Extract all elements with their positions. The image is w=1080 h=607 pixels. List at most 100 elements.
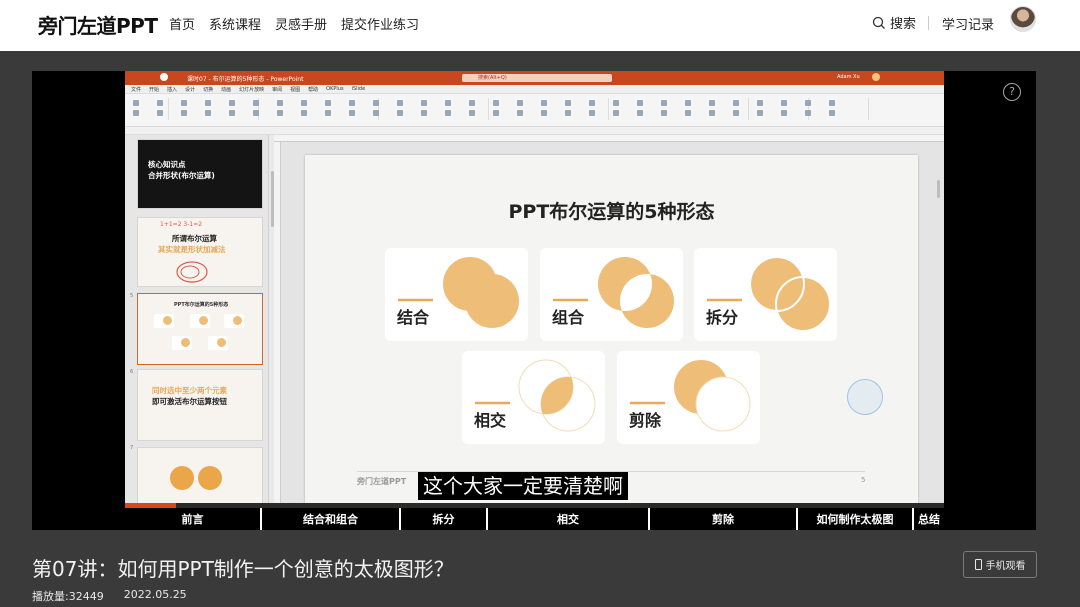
nav-inspiration[interactable]: 灵感手册 xyxy=(275,14,327,33)
ribbon-tool-icon xyxy=(541,100,547,106)
phone-icon xyxy=(974,559,982,570)
play-count: 播放量:32449 xyxy=(32,590,104,603)
ribbon-tool-icon xyxy=(469,110,475,116)
ribbon-tool-icon xyxy=(397,100,403,106)
lesson-meta: 播放量:32449 2022.05.25 xyxy=(32,588,187,604)
emoji-icon xyxy=(872,73,880,81)
ribbon-tool-icon xyxy=(613,100,619,106)
ribbon-tool-icon xyxy=(421,110,427,116)
watch-on-mobile-button[interactable]: 手机观看 xyxy=(963,551,1037,578)
ppt-window-title: 课时07 - 布尔运算的5种形态 - PowerPoint xyxy=(187,76,304,83)
ribbon-tool-icon xyxy=(421,100,427,106)
thumbnail-scribble: 1+1=2 3-1=2 xyxy=(160,221,203,228)
chapter-taichi[interactable]: 如何制作太极图 xyxy=(796,508,912,530)
ribbon-tool-icon xyxy=(445,110,451,116)
thumbnail-number: 5 xyxy=(130,293,134,299)
autosave-toggle-icon xyxy=(160,73,168,81)
ribbon-tool-icon xyxy=(325,100,331,106)
slide-thumbnail[interactable]: 1+1=2 3-1=2 所谓布尔运算 其实就是形状加减法 xyxy=(137,217,263,287)
slide-page-number: 5 xyxy=(861,476,866,484)
ribbon-tool-icon xyxy=(253,100,259,106)
current-slide[interactable]: PPT布尔运算的5种形态 结合 组合 拆分 相交 剪除 旁门左道PPT 5 xyxy=(305,155,918,505)
chapter-fragment[interactable]: 拆分 xyxy=(399,508,486,530)
ribbon-tool-icon xyxy=(133,100,139,106)
ribbon-tool-icon xyxy=(205,110,211,116)
help-icon[interactable]: ? xyxy=(1003,83,1021,101)
chapter-intro[interactable]: 前言 xyxy=(125,508,260,530)
ppt-menu-item: 设计 xyxy=(185,87,196,93)
ribbon-tool-icon xyxy=(229,100,235,106)
ribbon-tool-icon xyxy=(325,110,331,116)
nav-submit-homework[interactable]: 提交作业练习 xyxy=(341,14,419,33)
chapter-intersect[interactable]: 相交 xyxy=(486,508,648,530)
thumbnail-text: 其实就是形状加减法 xyxy=(158,245,226,254)
ribbon-tool-icon xyxy=(661,100,667,106)
ribbon-tool-icon xyxy=(829,110,835,116)
search-button[interactable]: 搜索 xyxy=(872,13,916,32)
video-frame-powerpoint: 课时07 - 布尔运算的5种形态 - PowerPoint 搜索(Alt+Q) … xyxy=(125,71,944,505)
ribbon-tool-icon xyxy=(565,110,571,116)
ribbon-tool-icon xyxy=(277,100,283,106)
ribbon-tool-icon xyxy=(301,100,307,106)
ppt-menu-item: iSlide xyxy=(351,86,366,92)
chapter-union-combine[interactable]: 结合和组合 xyxy=(260,508,399,530)
ribbon-tool-icon xyxy=(781,110,787,116)
ppt-user-name: Adam Xu xyxy=(837,74,860,80)
chapter-subtract[interactable]: 剪除 xyxy=(648,508,796,530)
horizontal-ruler xyxy=(274,135,944,142)
ribbon-tool-icon xyxy=(349,100,355,106)
ppt-menu-item: 帮助 xyxy=(308,87,319,93)
ribbon-tool-icon xyxy=(517,100,523,106)
ribbon-tool-icon xyxy=(157,100,163,106)
ribbon-tool-icon xyxy=(565,100,571,106)
boolean-card-intersect: 相交 xyxy=(462,351,605,444)
ribbon-tool-icon xyxy=(445,100,451,106)
thumbnail-text: 核心知识点 xyxy=(148,160,186,169)
ribbon-tool-icon xyxy=(517,110,523,116)
video-subtitle: 这个大家一定要清楚啊 xyxy=(418,472,628,500)
slide-thumbnail-active[interactable]: PPT布尔运算的5种形态 xyxy=(137,293,263,365)
card-label: 剪除 xyxy=(629,411,662,430)
ribbon-tool-icon xyxy=(397,110,403,116)
ppt-search-box: 搜索(Alt+Q) xyxy=(462,74,612,82)
nav-courses[interactable]: 系统课程 xyxy=(209,14,261,33)
thumbnail-number: 6 xyxy=(130,369,134,375)
avatar[interactable] xyxy=(1010,6,1036,32)
publish-date: 2022.05.25 xyxy=(123,588,187,601)
ppt-menu-item: 动画 xyxy=(221,87,232,93)
ppt-menu-item: 幻灯片放映 xyxy=(239,87,265,93)
ribbon-tool-icon xyxy=(181,100,187,106)
slide-thumbnail[interactable] xyxy=(137,447,263,505)
site-logo[interactable]: 旁门左道PPT xyxy=(38,10,158,39)
ribbon-tool-icon xyxy=(757,100,763,106)
boolean-card-combine: 组合 xyxy=(540,248,683,341)
ribbon-tool-icon xyxy=(157,110,163,116)
scribble-drawing-icon xyxy=(176,261,208,283)
ribbon-tool-icon xyxy=(709,100,715,106)
ribbon-tool-icon xyxy=(181,110,187,116)
slide-scrollbar[interactable] xyxy=(937,180,940,198)
card-label: 拆分 xyxy=(706,308,739,327)
card-label: 相交 xyxy=(474,411,507,430)
learning-history-link[interactable]: 学习记录 xyxy=(942,14,994,33)
ribbon-tool-icon xyxy=(277,110,283,116)
slide-title: PPT布尔运算的5种形态 xyxy=(508,201,715,223)
slide-thumbnail[interactable]: 同时选中至少两个元素 即可激活布尔运算按钮 xyxy=(137,369,263,441)
search-icon xyxy=(872,16,885,29)
slide-footer-logo: 旁门左道PPT xyxy=(357,477,407,486)
ppt-menu-item: 切换 xyxy=(203,87,214,93)
mobile-button-label: 手机观看 xyxy=(985,561,1026,572)
ribbon-tool-icon xyxy=(805,100,811,106)
chapter-summary[interactable]: 总结 xyxy=(912,508,944,530)
ppt-menu-bar: 文件 开始 插入 设计 切换 动画 幻灯片放映 审阅 视图 帮助 OKPlus iSlide xyxy=(125,85,944,94)
lesson-title: 第07讲：如何用PPT制作一个创意的太极图形？ xyxy=(32,557,454,581)
slide-thumbnail[interactable]: 核心知识点 合并形状(布尔运算) xyxy=(137,139,263,209)
ppt-menu-item: 开始 xyxy=(149,87,160,93)
ribbon-tool-icon xyxy=(493,100,499,106)
video-player[interactable]: ? 课时07 - 布尔运算的5种形态 - PowerPoint 搜索(Alt+Q… xyxy=(32,71,1036,530)
nav-home[interactable]: 首页 xyxy=(169,14,195,33)
ribbon-tool-icon xyxy=(661,110,667,116)
slide-edit-area: PPT布尔运算的5种形态 结合 组合 拆分 相交 剪除 旁门左道PPT 5 xyxy=(274,135,944,505)
ribbon-tool-icon xyxy=(133,110,139,116)
ribbon-tool-icon xyxy=(829,100,835,106)
